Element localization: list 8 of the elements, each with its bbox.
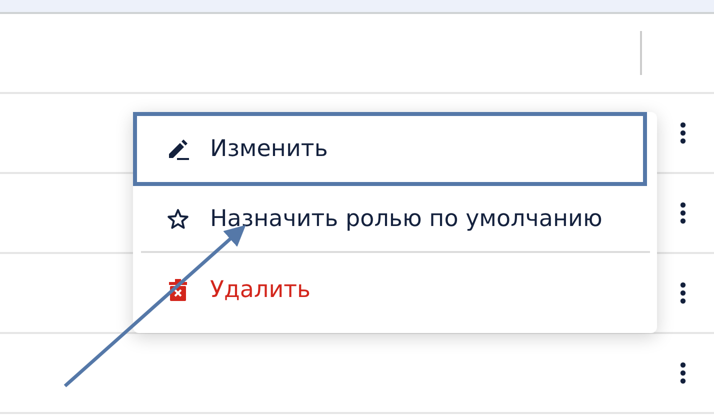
menu-item[interactable]: Изменить bbox=[133, 112, 647, 186]
star-icon bbox=[166, 208, 190, 230]
more-icon bbox=[680, 122, 686, 144]
more-icon bbox=[680, 362, 686, 384]
trash-icon bbox=[166, 278, 190, 302]
more-icon bbox=[680, 282, 686, 304]
pencil-icon bbox=[166, 138, 190, 160]
more-icon bbox=[680, 202, 686, 224]
